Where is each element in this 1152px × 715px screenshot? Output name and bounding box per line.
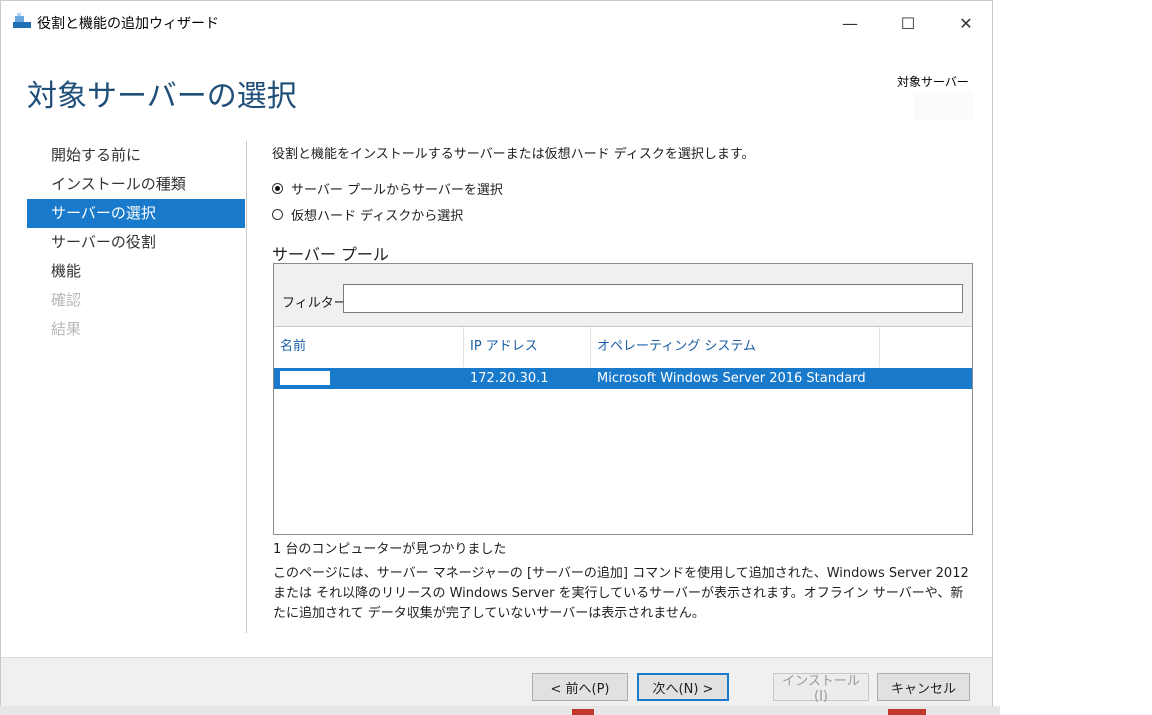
title-bar[interactable]: 役割と機能の追加ウィザード — ☐ ✕ xyxy=(1,1,992,45)
target-server-label: 対象サーバー xyxy=(897,75,969,89)
radio-virtual-disk-label[interactable]: 仮想ハード ディスクから選択 xyxy=(291,205,463,224)
filter-bar: フィルター: xyxy=(274,264,972,327)
server-pool-title: サーバー プール xyxy=(272,245,389,264)
cell-ip: 172.20.30.1 xyxy=(470,371,549,386)
background-red-mark xyxy=(572,709,594,715)
background-red-mark xyxy=(888,709,926,715)
cancel-button[interactable]: キャンセル xyxy=(877,673,970,701)
install-button: インストール(I) xyxy=(773,673,869,704)
next-button[interactable]: 次へ(N) > xyxy=(637,673,729,701)
nav-item-confirmation: 確認 xyxy=(51,291,82,309)
target-server-name-redacted xyxy=(913,91,973,121)
column-header-ip[interactable]: IP アドレス xyxy=(464,327,591,367)
table-row[interactable]: 172.20.30.1 Microsoft Windows Server 201… xyxy=(274,368,972,389)
radio-server-pool-label[interactable]: サーバー プールからサーバーを選択 xyxy=(291,179,503,198)
redacted-server-name xyxy=(280,370,330,385)
wizard-nav: 開始する前に インストールの種類 サーバーの選択 サーバーの役割 機能 確認 結… xyxy=(27,141,245,344)
intro-text: 役割と機能をインストールするサーバーまたは仮想ハード ディスクを選択します。 xyxy=(272,147,755,162)
nav-divider xyxy=(246,141,247,633)
column-header-os[interactable]: オペレーティング システム xyxy=(591,327,880,367)
window-title: 役割と機能の追加ウィザード xyxy=(37,16,219,32)
column-header-name[interactable]: 名前 xyxy=(274,327,464,367)
minimize-button[interactable]: — xyxy=(827,1,873,45)
radio-server-pool[interactable]: サーバー プールからサーバーを選択 xyxy=(272,179,503,198)
wizard-window: 役割と機能の追加ウィザード — ☐ ✕ 対象サーバーの選択 対象サーバー 開始す… xyxy=(0,0,993,706)
server-manager-icon xyxy=(13,13,31,29)
maximize-button[interactable]: ☐ xyxy=(885,1,931,45)
footer-bar: < 前へ(P) 次へ(N) > インストール(I) キャンセル xyxy=(1,657,992,706)
nav-item-server-roles[interactable]: サーバーの役割 xyxy=(27,228,245,257)
close-button[interactable]: ✕ xyxy=(943,1,989,45)
background-bottom-strip xyxy=(0,706,1000,715)
nav-item-before-you-begin[interactable]: 開始する前に xyxy=(27,141,245,170)
nav-item-server-selection[interactable]: サーバーの選択 xyxy=(27,199,245,228)
filter-input[interactable] xyxy=(343,284,963,313)
radio-selected-icon[interactable] xyxy=(272,183,283,194)
nav-item-features[interactable]: 機能 xyxy=(27,257,245,286)
radio-virtual-disk[interactable]: 仮想ハード ディスクから選択 xyxy=(272,205,463,224)
filter-label: フィルター: xyxy=(282,296,352,311)
grid-header: 名前 IP アドレス オペレーティング システム xyxy=(274,327,972,367)
previous-button[interactable]: < 前へ(P) xyxy=(532,673,628,701)
computer-count: 1 台のコンピューターが見つかりました xyxy=(273,542,507,557)
cell-os: Microsoft Windows Server 2016 Standard xyxy=(597,371,866,386)
description-text: このページには、サーバー マネージャーの [サーバーの追加] コマンドを使用して… xyxy=(273,566,969,621)
radio-unselected-icon[interactable] xyxy=(272,209,283,220)
nav-item-results: 結果 xyxy=(51,320,82,338)
page-title: 対象サーバーの選択 xyxy=(27,79,297,114)
nav-item-installation-type[interactable]: インストールの種類 xyxy=(27,170,245,199)
server-pool-grid: フィルター: 名前 IP アドレス オペレーティング システム 172.20.3… xyxy=(273,263,973,535)
cell-name xyxy=(280,368,330,389)
